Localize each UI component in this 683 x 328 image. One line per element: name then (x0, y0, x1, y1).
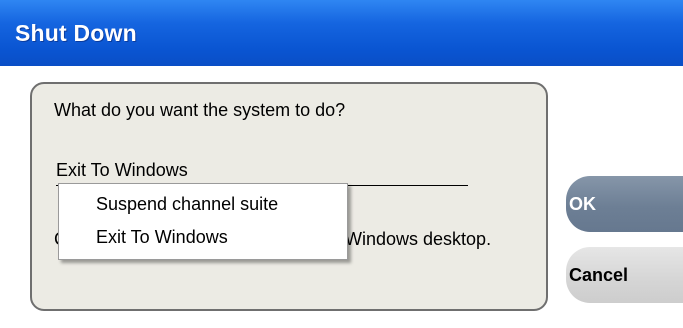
prompt-label: What do you want the system to do? (54, 100, 346, 120)
description-text-end: Windows desktop. (345, 229, 492, 249)
ok-button[interactable]: OK (566, 176, 683, 232)
action-dropdown-list[interactable]: Suspend channel suite Exit To Windows (58, 183, 348, 260)
cancel-button[interactable]: Cancel (566, 247, 683, 303)
dropdown-option-exit-to-windows[interactable]: Exit To Windows (96, 227, 228, 248)
ok-button-label: OK (569, 193, 596, 214)
action-select[interactable]: Exit To Windows (56, 158, 468, 186)
action-select-value: Exit To Windows (56, 160, 188, 180)
title-bar[interactable]: Shut Down (0, 0, 683, 66)
window-title: Shut Down (15, 20, 137, 46)
dropdown-option-suspend-channel-suite[interactable]: Suspend channel suite (96, 194, 278, 215)
cancel-button-label: Cancel (569, 264, 629, 285)
shut-down-dialog: Shut Down What do you want the system to… (0, 0, 683, 328)
